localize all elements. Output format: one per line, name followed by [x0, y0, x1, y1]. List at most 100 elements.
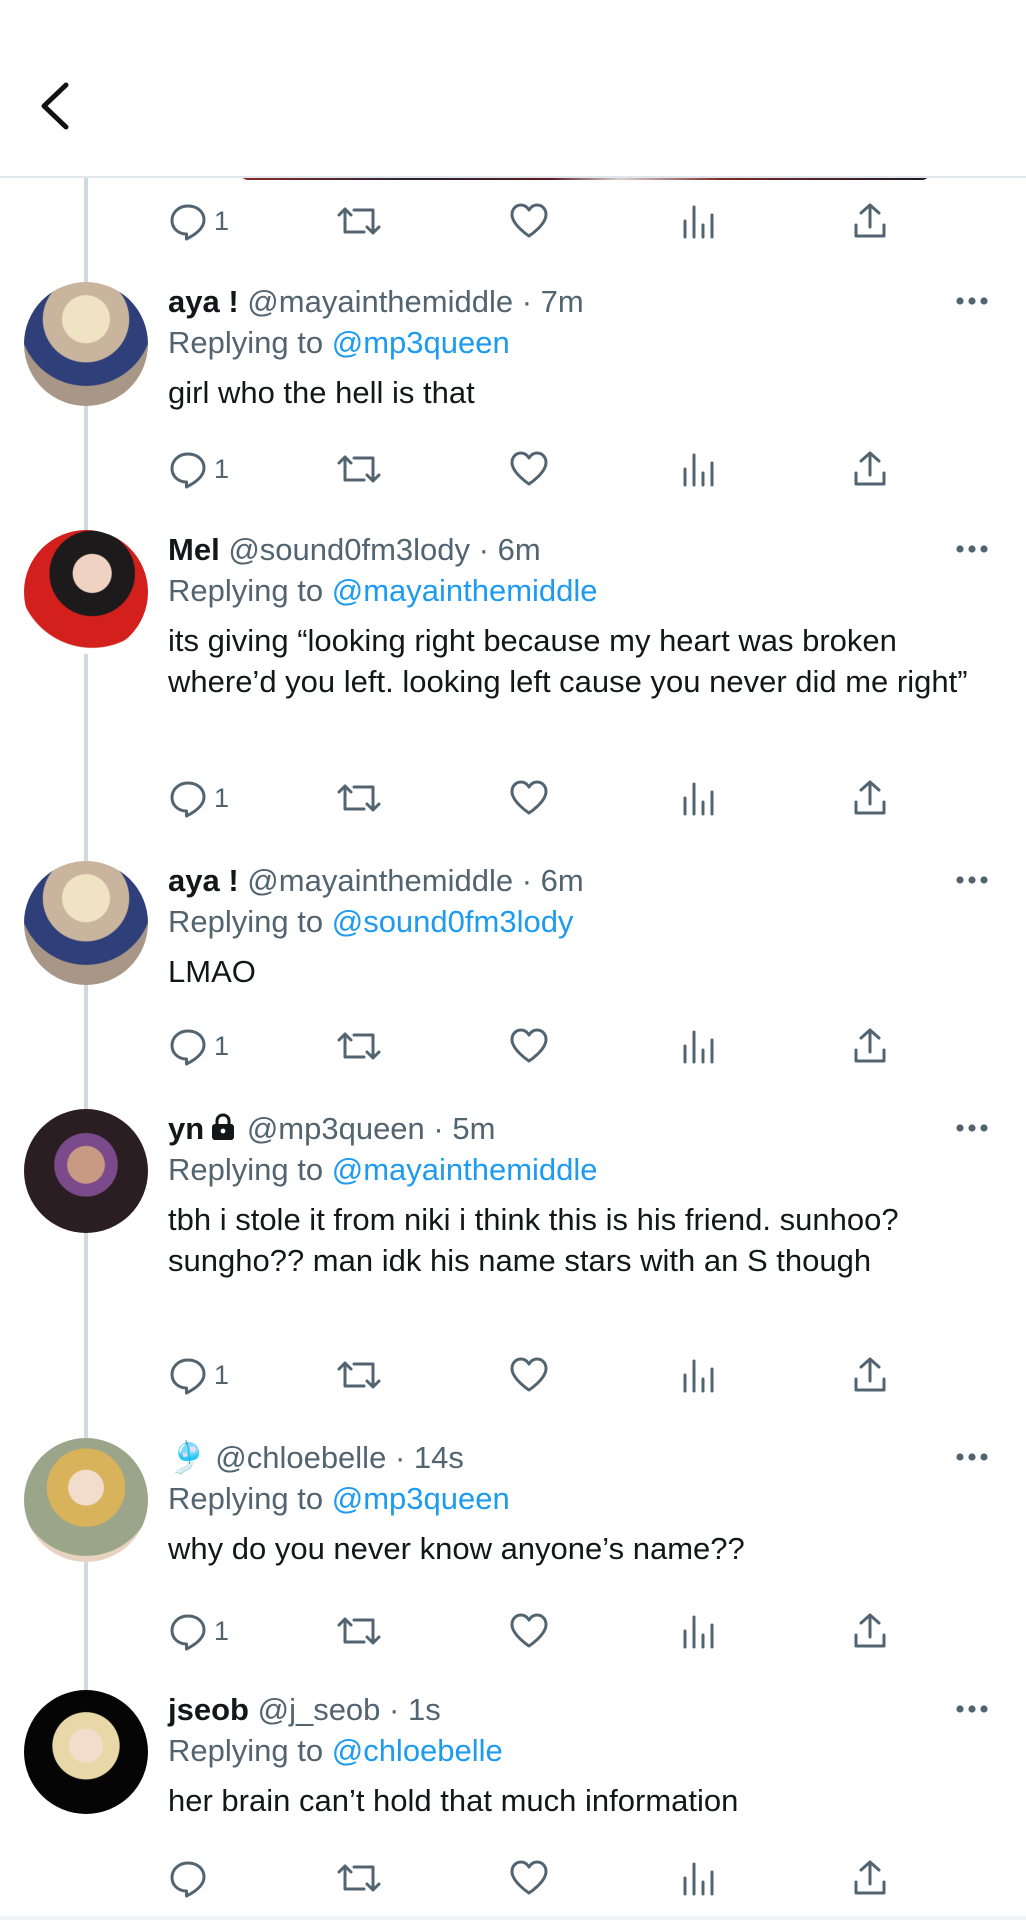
reply-button[interactable]: 1	[168, 1018, 229, 1074]
mention-link[interactable]: @mp3queen	[332, 325, 510, 360]
tweet-actions: 1	[168, 1603, 908, 1659]
heart-icon	[508, 201, 550, 241]
views-button[interactable]	[680, 770, 716, 826]
views-button[interactable]	[680, 1603, 716, 1659]
reply-button[interactable]: 1	[168, 1347, 229, 1403]
timestamp[interactable]: · 6m	[522, 863, 584, 898]
tweet-header: yn @mp3queen · 5m	[168, 1109, 988, 1149]
share-button[interactable]	[852, 193, 888, 249]
more-button[interactable]	[952, 536, 992, 564]
more-button[interactable]	[952, 867, 992, 895]
display-name[interactable]: 🎐	[168, 1440, 207, 1475]
share-button[interactable]	[852, 1347, 888, 1403]
reply-button[interactable]: 1	[168, 1603, 229, 1659]
handle[interactable]: @j_seob	[258, 1692, 381, 1727]
reply-button[interactable]: 1	[168, 441, 229, 497]
more-icon	[955, 1701, 989, 1719]
share-button[interactable]	[852, 441, 888, 497]
views-button[interactable]	[680, 441, 716, 497]
timestamp[interactable]: · 7m	[522, 284, 584, 319]
display-name[interactable]: yn	[168, 1111, 204, 1146]
retweet-button[interactable]	[336, 441, 382, 497]
views-icon	[680, 201, 716, 241]
handle[interactable]: @mp3queen	[247, 1111, 425, 1146]
reply-button[interactable]: 1	[168, 193, 229, 249]
back-button[interactable]	[30, 80, 78, 136]
more-button[interactable]	[952, 1444, 992, 1472]
handle[interactable]: @mayainthemiddle	[247, 863, 513, 898]
display-name[interactable]: jseob	[168, 1692, 249, 1727]
avatar[interactable]	[24, 282, 148, 406]
retweet-icon	[336, 1355, 382, 1395]
reply-count: 1	[214, 1030, 230, 1061]
avatar[interactable]	[24, 1438, 148, 1562]
chevron-left-icon	[38, 81, 70, 136]
tweet-header: Mel @sound0fm3lody · 6m	[168, 530, 988, 570]
mention-link[interactable]: @chloebelle	[332, 1733, 503, 1768]
replying-to: Replying to @chloebelle	[168, 1730, 988, 1772]
share-icon	[852, 201, 888, 241]
retweet-icon	[336, 778, 382, 818]
avatar[interactable]	[24, 861, 148, 985]
retweet-button[interactable]	[336, 1603, 382, 1659]
display-name[interactable]: aya !	[168, 863, 239, 898]
display-name[interactable]: aya !	[168, 284, 239, 319]
like-button[interactable]	[508, 1603, 550, 1659]
share-button[interactable]	[852, 770, 888, 826]
timestamp[interactable]: · 6m	[479, 532, 541, 567]
views-button[interactable]	[680, 1018, 716, 1074]
mention-link[interactable]: @mp3queen	[332, 1481, 510, 1516]
like-button[interactable]	[508, 441, 550, 497]
retweet-button[interactable]	[336, 770, 382, 826]
mention-link[interactable]: @sound0fm3lody	[332, 904, 574, 939]
handle[interactable]: @mayainthemiddle	[247, 284, 513, 319]
more-button[interactable]	[952, 288, 992, 316]
tweet-header: aya ! @mayainthemiddle · 6m	[168, 861, 988, 901]
more-icon	[955, 872, 989, 890]
views-icon	[680, 449, 716, 489]
mention-link[interactable]: @mayainthemiddle	[332, 573, 598, 608]
share-icon	[852, 1858, 888, 1898]
reply-button[interactable]	[168, 1850, 214, 1906]
like-button[interactable]	[508, 1850, 550, 1906]
like-button[interactable]	[508, 1018, 550, 1074]
avatar[interactable]	[24, 530, 148, 654]
replying-prefix: Replying to	[168, 1481, 324, 1516]
timestamp[interactable]: · 5m	[433, 1111, 495, 1146]
handle[interactable]: @sound0fm3lody	[228, 532, 470, 567]
tweet-text: LMAO	[168, 954, 256, 989]
retweet-button[interactable]	[336, 193, 382, 249]
share-button[interactable]	[852, 1018, 888, 1074]
like-button[interactable]	[508, 1347, 550, 1403]
tweet-content: aya ! @mayainthemiddle · 7m Replying to …	[168, 282, 988, 413]
views-button[interactable]	[680, 1347, 716, 1403]
mention-link[interactable]: @mayainthemiddle	[332, 1152, 598, 1187]
timestamp[interactable]: · 14s	[395, 1440, 464, 1475]
views-icon	[680, 1355, 716, 1395]
reply-icon	[168, 778, 208, 818]
share-icon	[852, 1355, 888, 1395]
handle[interactable]: @chloebelle	[215, 1440, 386, 1475]
tweet-actions: 1	[168, 770, 908, 826]
display-name[interactable]: Mel	[168, 532, 220, 567]
heart-icon	[508, 1355, 550, 1395]
like-button[interactable]	[508, 193, 550, 249]
share-button[interactable]	[852, 1603, 888, 1659]
tweet-content: jseob @j_seob · 1s Replying to @chloebel…	[168, 1690, 988, 1821]
avatar[interactable]	[24, 1690, 148, 1814]
more-button[interactable]	[952, 1696, 992, 1724]
retweet-button[interactable]	[336, 1018, 382, 1074]
reply-button[interactable]: 1	[168, 770, 229, 826]
views-button[interactable]	[680, 193, 716, 249]
more-button[interactable]	[952, 1115, 992, 1143]
retweet-button[interactable]	[336, 1347, 382, 1403]
share-button[interactable]	[852, 1850, 888, 1906]
top-bar	[0, 0, 1026, 178]
tweet-content: yn @mp3queen · 5m Replying to @mayainthe…	[168, 1109, 988, 1281]
more-icon	[955, 1120, 989, 1138]
views-button[interactable]	[680, 1850, 716, 1906]
retweet-button[interactable]	[336, 1850, 382, 1906]
like-button[interactable]	[508, 770, 550, 826]
timestamp[interactable]: · 1s	[389, 1692, 441, 1727]
avatar[interactable]	[24, 1109, 148, 1233]
